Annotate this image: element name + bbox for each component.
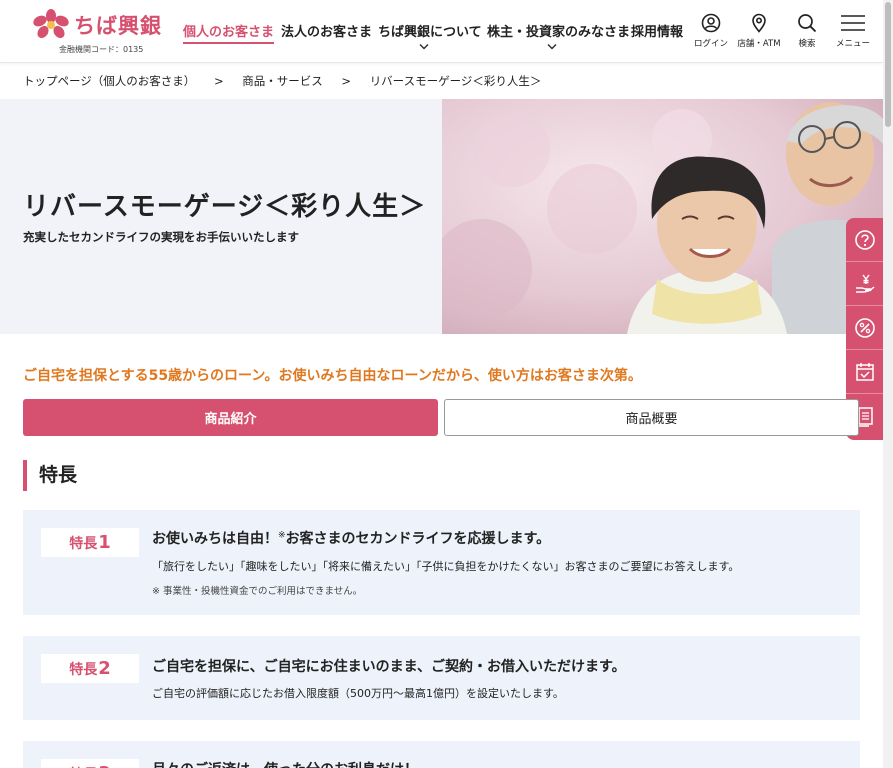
logo-text: ちば興銀 [74,14,162,38]
feature-title: ご自宅を担保に、ご自宅にお住まいのまま、ご契約・お借入いただけます。 [152,659,626,675]
feature-title-rest: お客さまのセカンドライフを応援します。 [285,531,551,547]
breadcrumb-products[interactable]: 商品・サービス [242,74,323,88]
page-title: リバースモーゲージ＜彩り人生＞ [23,192,427,222]
feature-title-note-mark: ※ [278,530,286,541]
side-tool-loan-simulation[interactable] [846,262,883,306]
feature-badge-number: 3 [98,763,111,768]
lead-text: ご自宅を担保とする55歳からのローン。お使いみち自由なローンだから、使い方はお客… [23,368,642,384]
feature-badge-label: 特長 [69,535,98,552]
feature-badge-label: 特長 [69,661,98,678]
yen-hand-icon [855,274,874,293]
question-circle-icon [854,229,875,250]
breadcrumb-separator: > [341,74,352,88]
page-scrollbar[interactable] [883,0,893,768]
scrollbar-thumb[interactable] [885,2,891,127]
side-tool-faq[interactable] [846,218,883,262]
login-label: ログイン [693,39,728,49]
nav-about[interactable]: ちば興銀について [378,21,482,40]
search-button[interactable]: 検索 [784,13,830,49]
feature-badge-number: 2 [98,658,111,679]
map-pin-icon [752,13,766,33]
feature-badge-number: 1 [98,532,111,553]
feature-title: 月々のご返済は、使った分のお利息だけ！ [152,759,418,768]
breadcrumb-current: リバースモーゲージ＜彩り人生＞ [369,74,542,88]
cosmos-flower-logo-icon [33,9,69,39]
branch-atm-label: 店舗・ATM [737,39,781,49]
breadcrumb-home[interactable]: トップページ（個人のお客さま） [23,74,195,88]
feature-badge-label: 特長 [69,764,97,768]
menu-label: メニュー [835,39,870,49]
nav-personal[interactable]: 個人のお客さま [183,21,275,44]
feature-text: ご自宅の評価額に応じたお借入限度額（500万円〜最高1億円）を設定いたします。 [152,687,564,700]
breadcrumb: トップページ（個人のお客さま） > 商品・サービス > リバースモーゲージ＜彩り… [23,73,541,89]
feature-badge: 特長 2 [41,654,139,683]
nav-corporate[interactable]: 法人のお客さま [281,21,372,40]
user-circle-icon [701,13,721,33]
feature-badge: 特長 1 [41,528,139,557]
bank-logo[interactable]: ちば興銀 金融機関コード：0135 [32,9,172,55]
feature-title-main: お使いみちは自由！ [152,531,278,547]
tab-product-intro[interactable]: 商品紹介 [23,399,438,436]
feature-card-2: 特長 2 ご自宅を担保に、ご自宅にお住まいのまま、ご契約・お借入いただけます。 … [23,636,860,720]
percent-circle-icon [854,317,875,338]
side-tool-reservation[interactable] [846,350,883,394]
hamburger-menu-icon [841,15,865,31]
login-button[interactable]: ログイン [688,13,734,49]
tab-product-summary[interactable]: 商品概要 [444,399,859,436]
nav-recruit[interactable]: 採用情報 [631,21,683,40]
hero-photo-senior-couple [442,99,883,334]
site-header: ちば興銀 金融機関コード：0135 個人のお客さま 法人のお客さま ちば興銀につ… [0,0,883,63]
features-heading: 特長 [23,460,77,491]
side-tool-interest-rates[interactable] [846,306,883,350]
search-label: 検索 [798,39,816,49]
nav-investors[interactable]: 株主・投資家のみなさま [487,21,630,40]
feature-card-3: 特長 3 月々のご返済は、使った分のお利息だけ！ [23,741,860,768]
feature-card-1: 特長 1 お使いみちは自由！※お客さまのセカンドライフを応援します。 「旅行をし… [23,510,860,615]
search-icon [798,14,817,33]
page-subtitle: 充実したセカンドライフの実現をお手伝いいたします [23,230,299,244]
breadcrumb-separator: > [213,74,224,88]
hero-banner: リバースモーゲージ＜彩り人生＞ 充実したセカンドライフの実現をお手伝いいたします [0,99,883,334]
calendar-check-icon [855,362,874,381]
chevron-down-icon [547,43,557,50]
feature-note: ※ 事業性・投機性資金でのご利用はできません。 [152,586,363,597]
menu-button[interactable]: メニュー [830,13,876,49]
chevron-down-icon [419,43,429,50]
feature-badge: 特長 3 [41,759,139,768]
bank-code: 金融機関コード：0135 [59,45,144,54]
branch-atm-button[interactable]: 店舗・ATM [736,13,782,49]
feature-title: お使いみちは自由！※お客さまのセカンドライフを応援します。 [152,528,550,548]
feature-text: 「旅行をしたい」「趣味をしたい」「将来に備えたい」「子供に負担をかけたくない」お… [152,560,740,573]
